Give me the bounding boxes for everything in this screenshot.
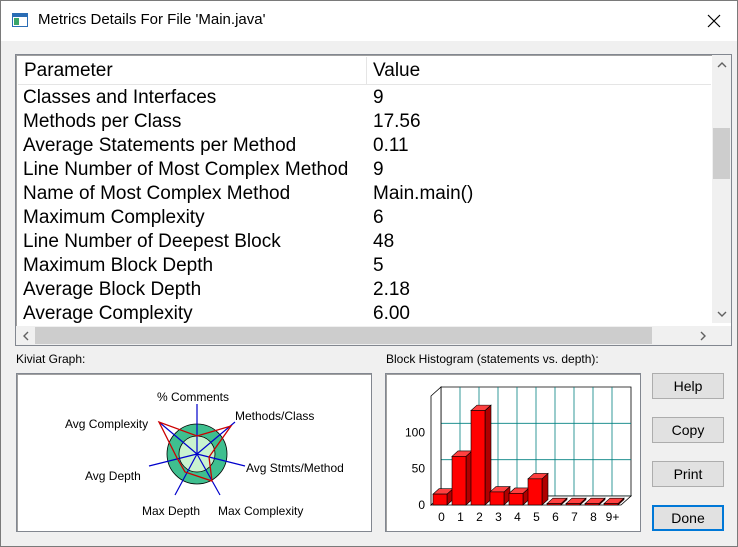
- histogram-panel: 0 50 100 0 1 2 3 4 5 6 7 8 9+: [385, 373, 641, 532]
- list-header: Parameter Value: [18, 57, 711, 85]
- table-row[interactable]: Average Statements per Method 0.11: [18, 134, 711, 158]
- histogram-bar: [546, 503, 562, 506]
- copy-button[interactable]: Copy: [652, 417, 724, 443]
- value-cell: 17.56: [373, 111, 421, 132]
- histogram-bar: [489, 491, 505, 506]
- scroll-down-button[interactable]: [712, 304, 731, 323]
- parameter-cell: Methods per Class: [23, 111, 182, 132]
- metrics-list[interactable]: Parameter Value Classes and Interfaces 9 …: [15, 54, 732, 346]
- column-header-parameter[interactable]: Parameter: [18, 57, 367, 84]
- close-button[interactable]: [691, 1, 737, 41]
- table-row[interactable]: Line Number of Deepest Block 48: [18, 230, 711, 254]
- x-tick-label: 3: [495, 510, 502, 524]
- title-bar: Metrics Details For File 'Main.java': [1, 1, 737, 41]
- chevron-up-icon: [717, 61, 726, 67]
- x-tick-label: 8: [590, 510, 597, 524]
- kiviat-axis-label: Max Complexity: [218, 504, 303, 518]
- block-histogram: 0501000 1 2 3 4 5 6 7 8 9+: [405, 386, 633, 524]
- x-tick-label: 0: [438, 510, 445, 524]
- histogram-bar: [527, 478, 543, 506]
- histogram-bar: [565, 503, 581, 506]
- chevron-down-icon: [717, 311, 726, 317]
- vertical-scroll-thumb[interactable]: [713, 128, 730, 179]
- histogram-left-wall: [430, 386, 442, 506]
- help-button[interactable]: Help: [652, 373, 724, 399]
- x-tick-label: 7: [571, 510, 578, 524]
- histogram-bar: [584, 503, 600, 506]
- chevron-right-icon: [700, 331, 706, 340]
- value-cell: Main.main(): [373, 183, 474, 204]
- kiviat-panel: % Comments Methods/Class Avg Stmts/Metho…: [16, 373, 372, 532]
- value-cell: 2.18: [373, 279, 410, 300]
- chevron-left-icon: [22, 331, 28, 340]
- kiviat-axis-label: Methods/Class: [235, 409, 314, 423]
- value-cell: 6.00: [373, 303, 410, 324]
- x-tick-label: 5: [533, 510, 540, 524]
- table-row[interactable]: Maximum Complexity 6: [18, 206, 711, 230]
- histogram-label: Block Histogram (statements vs. depth):: [386, 352, 599, 366]
- parameter-cell: Line Number of Deepest Block: [23, 231, 281, 252]
- parameter-cell: Name of Most Complex Method: [23, 183, 291, 204]
- vertical-scrollbar[interactable]: [712, 55, 731, 323]
- x-tick-label: 6: [552, 510, 559, 524]
- app-icon: [12, 13, 28, 27]
- value-cell: 9: [373, 87, 384, 108]
- x-tick-label: 1: [457, 510, 464, 524]
- table-row[interactable]: Methods per Class 17.56: [18, 110, 711, 134]
- metrics-dialog: Metrics Details For File 'Main.java' Par…: [0, 0, 738, 547]
- close-icon: [707, 14, 721, 28]
- histogram-bar: [451, 456, 467, 506]
- table-row[interactable]: Line Number of Most Complex Method 9: [18, 158, 711, 182]
- scroll-left-button[interactable]: [16, 326, 35, 345]
- kiviat-graph: % Comments Methods/Class Avg Stmts/Metho…: [65, 390, 344, 518]
- value-cell: 5: [373, 255, 384, 276]
- x-tick-label: 4: [514, 510, 521, 524]
- print-button[interactable]: Print: [652, 461, 724, 487]
- parameter-cell: Classes and Interfaces: [23, 87, 217, 108]
- histogram-bar: [508, 493, 524, 506]
- value-cell: 48: [373, 231, 395, 252]
- kiviat-axis-label: Max Depth: [142, 504, 200, 518]
- y-tick-label: 100: [405, 425, 425, 439]
- y-tick-label: 0: [418, 498, 425, 512]
- x-tick-label: 2: [476, 510, 483, 524]
- parameter-cell: Maximum Block Depth: [23, 255, 214, 276]
- list-rows: Classes and Interfaces 9 Methods per Clas…: [18, 86, 711, 324]
- kiviat-axis-label: Avg Depth: [85, 469, 141, 483]
- table-row[interactable]: Name of Most Complex Method Main.main(): [18, 182, 711, 206]
- histogram-bar: [603, 503, 619, 506]
- parameter-cell: Average Complexity: [23, 303, 193, 324]
- kiviat-axis-label: Avg Stmts/Method: [246, 461, 344, 475]
- histogram-bar: [470, 410, 486, 506]
- kiviat-label: Kiviat Graph:: [16, 352, 86, 366]
- parameter-cell: Average Block Depth: [23, 279, 202, 300]
- histogram-bar: [432, 493, 448, 506]
- scroll-corner: [712, 326, 731, 345]
- kiviat-axis-label: % Comments: [157, 390, 229, 404]
- value-cell: 9: [373, 159, 384, 180]
- table-row[interactable]: Maximum Block Depth 5: [18, 254, 711, 278]
- table-row[interactable]: Classes and Interfaces 9: [18, 86, 711, 110]
- x-tick-label: 9+: [606, 510, 620, 524]
- window-title: Metrics Details For File 'Main.java': [38, 11, 266, 28]
- scroll-up-button[interactable]: [712, 55, 731, 74]
- value-cell: 6: [373, 207, 384, 228]
- histogram-bar-side: [484, 404, 492, 506]
- table-row[interactable]: Average Block Depth 2.18: [18, 278, 711, 302]
- horizontal-scroll-thumb[interactable]: [35, 327, 652, 344]
- column-header-value[interactable]: Value: [367, 57, 711, 84]
- parameter-cell: Average Statements per Method: [23, 135, 297, 156]
- value-cell: 0.11: [373, 135, 409, 156]
- parameter-cell: Line Number of Most Complex Method: [23, 159, 349, 180]
- kiviat-axis-label: Avg Complexity: [65, 417, 148, 431]
- scroll-right-button[interactable]: [693, 326, 712, 345]
- table-row[interactable]: Average Complexity 6.00: [18, 302, 711, 324]
- done-button[interactable]: Done: [652, 505, 724, 531]
- parameter-cell: Maximum Complexity: [23, 207, 205, 228]
- y-tick-label: 50: [412, 462, 426, 476]
- horizontal-scrollbar[interactable]: [16, 326, 712, 345]
